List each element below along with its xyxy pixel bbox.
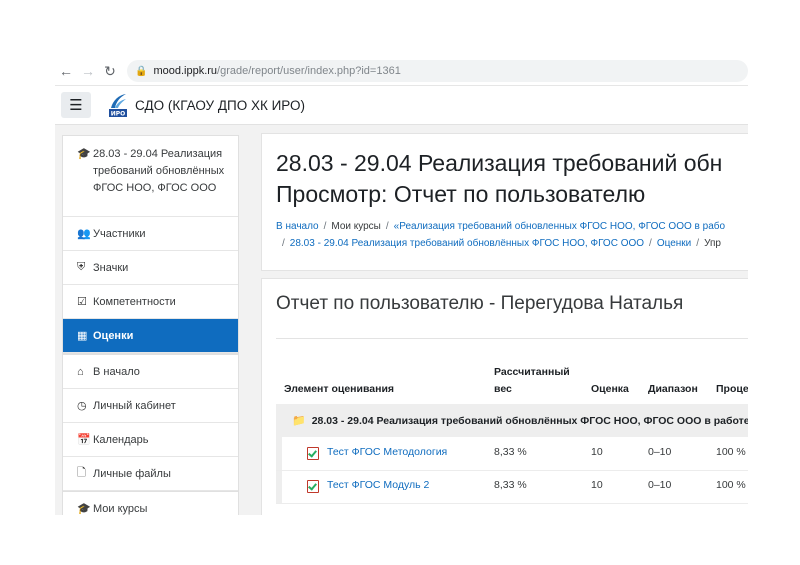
- address-bar[interactable]: 🔒 mood.ippk.ru/grade/report/user/index.p…: [127, 60, 748, 82]
- browser-window: ← → ↻ 🔒 mood.ippk.ru/grade/report/user/i…: [55, 57, 748, 515]
- site-nav-card: ⌂ В начало ◷ Личный кабинет 📅 Календарь …: [62, 354, 239, 492]
- grade-category-row: 📁 28.03 - 29.04 Реализация требований об…: [276, 404, 748, 437]
- breadcrumb-separator: /: [385, 221, 389, 232]
- cell-grade: 10: [591, 446, 603, 458]
- divider: [276, 338, 748, 339]
- cell-percent: 100 %: [716, 479, 746, 491]
- grade-item-link[interactable]: Тест ФГОС Модуль 2: [327, 479, 429, 491]
- nav-item-label: Значки: [93, 261, 129, 274]
- browser-toolbar: ← → ↻ 🔒 mood.ippk.ru/grade/report/user/i…: [55, 57, 748, 86]
- calendar-icon: 📅: [77, 434, 91, 446]
- grade-category-name: 28.03 - 29.04 Реализация требований обно…: [311, 414, 748, 427]
- cell-range: 0–10: [648, 446, 672, 458]
- folder-icon: 📁: [292, 415, 306, 427]
- hamburger-icon[interactable]: ☰: [61, 92, 91, 118]
- nav-item-competencies[interactable]: ☑ Компетентности: [63, 285, 238, 319]
- graduation-cap-icon: 🎓: [77, 503, 91, 515]
- shield-icon: ⛨: [77, 261, 86, 273]
- home-icon: ⌂: [77, 365, 84, 378]
- cell-range: 0–10: [648, 479, 672, 491]
- site-name[interactable]: СДО (КГАОУ ДПО ХК ИРО): [135, 98, 305, 113]
- quiz-icon: [307, 480, 319, 493]
- column-header-grade: Оценка: [591, 383, 629, 395]
- graduation-cap-icon: 🎓: [77, 148, 91, 160]
- grade-item-link[interactable]: Тест ФГОС Методология: [327, 446, 447, 458]
- cell-percent: 100 %: [716, 446, 746, 458]
- column-header-range: Диапазон: [648, 383, 698, 395]
- nav-item-dashboard[interactable]: ◷ Личный кабинет: [63, 389, 238, 423]
- nav-item-participants[interactable]: 👥 Участники: [63, 217, 238, 251]
- nav-item-label: В начало: [93, 365, 140, 378]
- user-report-card: Отчет по пользователю - Перегудова Натал…: [261, 278, 748, 515]
- nav-item-label: Личные файлы: [93, 467, 171, 480]
- quiz-icon: [307, 447, 319, 460]
- page-header: 28.03 - 29.04 Реализация требований обн …: [261, 133, 748, 271]
- breadcrumb-separator: /: [696, 238, 700, 249]
- nav-item-label: Компетентности: [93, 295, 176, 308]
- cell-weight: 8,33 %: [494, 446, 527, 458]
- logo-icon: ИРО: [109, 94, 127, 118]
- breadcrumb-separator: /: [323, 221, 327, 232]
- url-path: /grade/report/user/index.php?id=1361: [217, 65, 401, 77]
- nav-item-private-files[interactable]: 🗋 Личные файлы: [63, 457, 238, 491]
- site-navbar: ☰ ИРО СДО (КГАОУ ДПО ХК ИРО): [55, 86, 748, 125]
- column-header-item: Элемент оценивания: [284, 383, 395, 395]
- column-header-weight-line-1: Рассчитанный: [494, 366, 570, 378]
- breadcrumb: В начало / Мои курсы / «Реализация требовани…: [276, 218, 748, 252]
- breadcrumb-my-courses[interactable]: Мои курсы: [331, 221, 381, 232]
- url-host: mood.ippk.ru: [153, 65, 218, 77]
- nav-item-label: Оценки: [93, 329, 134, 342]
- lock-icon: 🔒: [135, 65, 148, 77]
- breadcrumb-current: Упр: [704, 238, 721, 249]
- course-nav-card: 🎓 28.03 - 29.04 Реализация требований об…: [62, 135, 239, 354]
- arrow-right-icon[interactable]: →: [77, 63, 99, 79]
- page-title: 28.03 - 29.04 Реализация требований обн …: [276, 148, 748, 210]
- nav-item-course[interactable]: 🎓 28.03 - 29.04 Реализация требований об…: [63, 136, 238, 217]
- nav-item-label: Личный кабинет: [93, 399, 176, 412]
- page-title-line-2: Просмотр: Отчет по пользователю: [276, 181, 646, 207]
- nav-drawer: 🎓 28.03 - 29.04 Реализация требований об…: [55, 125, 253, 515]
- svg-text:ИРО: ИРО: [111, 111, 126, 118]
- column-header-percent: Проце: [716, 383, 748, 395]
- table-row: Тест ФГОС Методология 8,33 % 10 0–10 100…: [276, 437, 748, 471]
- cell-grade: 10: [591, 479, 603, 491]
- nav-item-label: Календарь: [93, 433, 149, 446]
- nav-item-label: Участники: [93, 227, 146, 240]
- breadcrumb-separator: /: [649, 238, 652, 249]
- nav-item-label: 28.03 - 29.04 Реализация требований обно…: [93, 148, 225, 194]
- dashboard-icon: ◷: [77, 400, 87, 412]
- site-logo[interactable]: ИРО: [107, 92, 129, 118]
- main-region: 28.03 - 29.04 Реализация требований обн …: [253, 125, 748, 515]
- arrow-left-icon[interactable]: ←: [55, 63, 77, 79]
- nav-item-calendar[interactable]: 📅 Календарь: [63, 423, 238, 457]
- column-header-weight: Рассчитанный вес: [494, 364, 570, 398]
- nav-item-grades[interactable]: ▦ Оценки: [63, 319, 238, 353]
- table-icon: ▦: [77, 330, 88, 342]
- page-title-line-1: 28.03 - 29.04 Реализация требований обн: [276, 150, 723, 176]
- checkbox-icon: ☑: [77, 296, 87, 308]
- table-row: Тест ФГОС Модуль 2 8,33 % 10 0–10 100 %: [276, 470, 748, 504]
- nav-item-badges[interactable]: ⛨ Значки: [63, 251, 238, 285]
- reload-icon[interactable]: ↻: [99, 63, 121, 80]
- nav-item-home[interactable]: ⌂ В начало: [63, 355, 238, 389]
- breadcrumb-home[interactable]: В начало: [276, 221, 319, 232]
- breadcrumb-course[interactable]: 28.03 - 29.04 Реализация требований обно…: [290, 238, 644, 249]
- cell-weight: 8,33 %: [494, 479, 527, 491]
- users-icon: 👥: [77, 228, 91, 240]
- column-header-weight-line-2: вес: [494, 383, 512, 395]
- nav-item-label: Мои курсы: [93, 502, 148, 515]
- courses-nav-card: 🎓 Мои курсы: [62, 491, 239, 515]
- breadcrumb-separator: /: [282, 238, 285, 249]
- breadcrumb-category[interactable]: «Реализация требований обновленных ФГОС …: [394, 221, 725, 232]
- nav-item-my-courses[interactable]: 🎓 Мои курсы: [63, 492, 238, 516]
- breadcrumb-grades[interactable]: Оценки: [657, 238, 691, 249]
- report-heading: Отчет по пользователю - Перегудова Натал…: [276, 293, 684, 314]
- file-icon: 🗋: [77, 467, 86, 479]
